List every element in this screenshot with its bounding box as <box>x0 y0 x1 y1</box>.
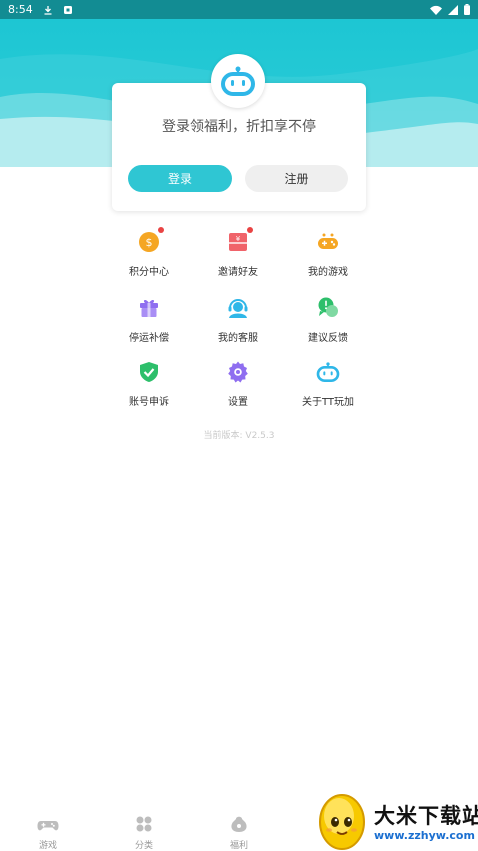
menu-item-points-center[interactable]: $ 积分中心 <box>99 227 199 282</box>
tab-label: 游戏 <box>38 841 57 851</box>
tab-games[interactable]: 游戏 <box>18 808 78 851</box>
menu-item-feedback[interactable]: 建议反馈 <box>278 296 378 348</box>
gamepad-icon <box>316 230 340 254</box>
feedback-chat-icon <box>316 296 340 320</box>
gift-icon <box>137 296 161 320</box>
battery-icon <box>464 4 470 15</box>
menu-item-account-appeal[interactable]: 账号申诉 <box>99 360 199 412</box>
invite-envelope-icon: ¥ <box>226 227 253 254</box>
category-grid-icon <box>136 816 152 832</box>
customer-service-icon <box>226 296 250 320</box>
watermark-url: www.zzhyw.com <box>374 829 475 842</box>
signal-icon <box>448 4 458 15</box>
rice-mascot-logo-icon <box>319 794 365 850</box>
menu-item-shutdown-compensation[interactable]: 停运补偿 <box>99 296 199 348</box>
status-bar: 8:54 <box>0 0 478 19</box>
badge-dot <box>247 227 253 233</box>
settings-gear-icon <box>226 360 250 384</box>
tab-label: 福利 <box>229 841 248 851</box>
register-button[interactable]: 注册 <box>245 165 348 192</box>
menu-item-label: 我的游戏 <box>308 267 348 278</box>
menu-item-label: 积分中心 <box>129 267 169 278</box>
profile-page: 8:54 登录领福利，折扣享不停 登录 注册 $ 积分中心 ¥ 邀请好友 我的游… <box>0 0 478 851</box>
tab-welfare[interactable]: 福利 <box>209 808 269 851</box>
status-time: 8:54 <box>8 3 33 16</box>
menu-item-label: 建议反馈 <box>308 333 348 344</box>
menu-item-label: 账号申诉 <box>129 397 169 408</box>
notification-icon <box>63 5 72 14</box>
menu-item-label: 邀请好友 <box>218 267 258 278</box>
tab-label: 分类 <box>134 841 153 851</box>
menu-item-settings[interactable]: 设置 <box>188 360 288 412</box>
menu-item-invite-friends[interactable]: ¥ 邀请好友 <box>188 227 288 282</box>
menu-item-label: 关于TT玩加 <box>301 397 355 408</box>
avatar[interactable] <box>211 54 265 108</box>
robot-logo-icon <box>316 360 340 384</box>
login-button[interactable]: 登录 <box>128 165 232 192</box>
menu-item-customer-service[interactable]: 我的客服 <box>188 296 288 348</box>
menu-item-label: 设置 <box>228 397 248 408</box>
menu-item-about[interactable]: 关于TT玩加 <box>278 360 378 412</box>
watermark-title: 大米下载站 <box>374 804 478 828</box>
gamepad-icon <box>37 821 59 831</box>
version-text: 当前版本: V2.5.3 <box>203 431 275 441</box>
badge-dot <box>158 227 164 233</box>
gift-bag-icon <box>231 816 247 832</box>
watermark: 大米下载站 www.zzhyw.com <box>312 786 478 851</box>
tab-category[interactable]: 分类 <box>114 808 174 851</box>
menu-item-my-games[interactable]: 我的游戏 <box>278 230 378 282</box>
download-icon <box>44 5 52 15</box>
shield-check-icon <box>137 360 161 384</box>
svg-text:¥: ¥ <box>236 235 241 243</box>
login-tip: 登录领福利，折扣享不停 <box>162 119 316 135</box>
menu-item-label: 停运补偿 <box>129 333 169 344</box>
points-coin-icon: $ <box>137 227 164 254</box>
wifi-icon <box>430 5 442 15</box>
robot-logo-icon <box>221 66 255 96</box>
menu-item-label: 我的客服 <box>218 333 258 344</box>
svg-text:$: $ <box>146 236 153 249</box>
